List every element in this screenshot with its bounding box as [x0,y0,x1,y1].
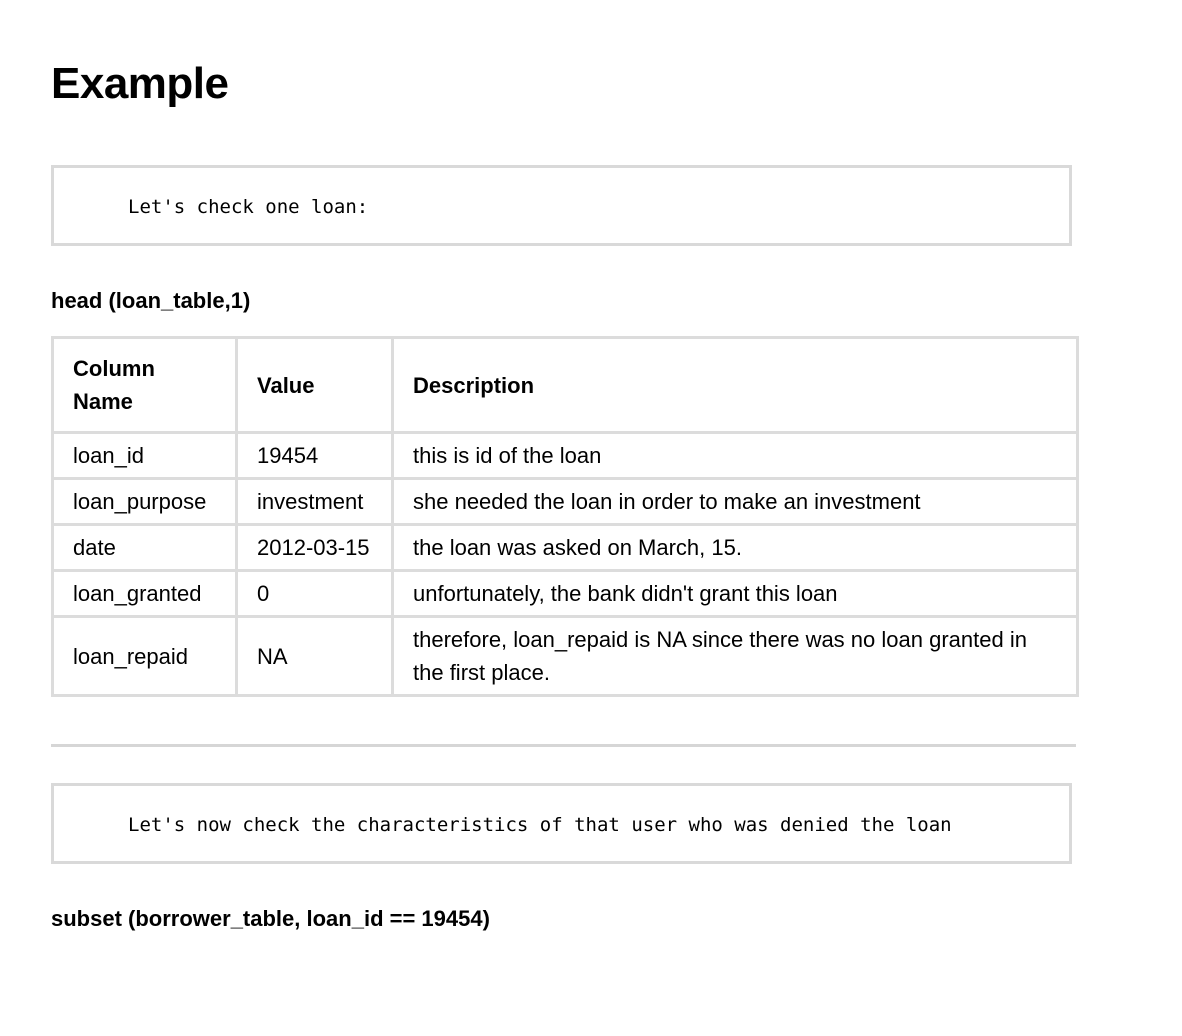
cell-column: loan_repaid [51,615,238,697]
code-text: Let's check one loan: [128,196,369,218]
table-row: date 2012-03-15 the loan was asked on Ma… [51,523,1079,572]
header-description: Description [391,336,1079,434]
code-block: Let's check one loan: [51,165,1072,246]
loan-table: Column Name Value Description loan_id 19… [51,336,1079,697]
function-call-heading: head (loan_table,1) [51,288,251,313]
header-value: Value [235,336,394,434]
code-text: Let's now check the characteristics of t… [128,814,952,836]
cell-value: NA [235,615,394,697]
cell-description: therefore, loan_repaid is NA since there… [391,615,1079,697]
cell-column: date [51,523,238,572]
table-row: loan_id 19454 this is id of the loan [51,431,1079,480]
cell-column: loan_granted [51,569,238,618]
table-row: loan_purpose investment she needed the l… [51,477,1079,526]
cell-description: the loan was asked on March, 15. [391,523,1079,572]
cell-description: unfortunately, the bank didn't grant thi… [391,569,1079,618]
cell-value: 0 [235,569,394,618]
cell-value: 2012-03-15 [235,523,394,572]
cell-column: loan_id [51,431,238,480]
cell-value: 19454 [235,431,394,480]
cell-description: she needed the loan in order to make an … [391,477,1079,526]
table-row: loan_granted 0 unfortunately, the bank d… [51,569,1079,618]
table-header-row: Column Name Value Description [51,336,1079,434]
code-block: Let's now check the characteristics of t… [51,783,1072,864]
function-call-heading: subset (borrower_table, loan_id == 19454… [51,906,490,931]
cell-column: loan_purpose [51,477,238,526]
header-column-name: Column Name [51,336,238,434]
table-row: loan_repaid NA therefore, loan_repaid is… [51,615,1079,697]
horizontal-divider [51,744,1076,747]
cell-value: investment [235,477,394,526]
page-title: Example [51,59,229,108]
cell-description: this is id of the loan [391,431,1079,480]
